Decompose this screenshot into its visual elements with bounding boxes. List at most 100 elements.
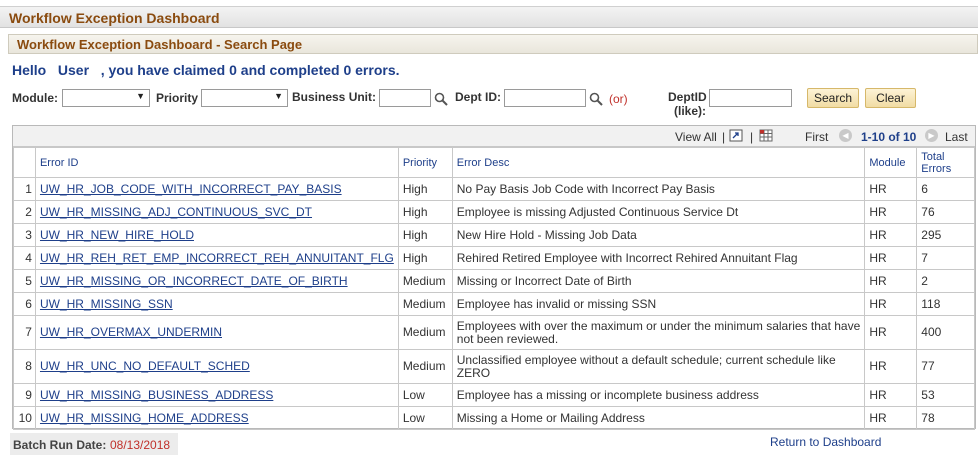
table-row: 8 UW_HR_UNC_NO_DEFAULT_SCHED Medium Unclass… — [13, 349, 975, 384]
error-desc-cell: New Hire Hold - Missing Job Data — [451, 223, 866, 247]
error-id-link[interactable]: UW_HR_NEW_HIRE_HOLD — [40, 228, 194, 242]
total-errors-cell: 78 — [916, 406, 975, 430]
priority-cell: Low — [397, 406, 453, 430]
module-cell: HR — [864, 177, 918, 201]
business-unit-input[interactable] — [379, 89, 431, 107]
error-desc-cell: Missing a Home or Mailing Address — [451, 406, 866, 430]
module-select[interactable]: ▼ — [62, 89, 150, 107]
dept-id-label: Dept ID: — [455, 90, 501, 104]
table-row: 1 UW_HR_JOB_CODE_WITH_INCORRECT_PAY_BASIS… — [13, 177, 975, 201]
return-to-dashboard-link[interactable]: Return to Dashboard — [770, 435, 881, 449]
module-cell: HR — [864, 349, 918, 384]
total-errors-cell: 7 — [916, 246, 975, 270]
zoom-icon[interactable] — [729, 129, 743, 142]
greeting-hello: Hello — [12, 62, 47, 78]
page-subtitle-bar: Workflow Exception Dashboard - Search Pa… — [8, 34, 978, 54]
error-id-cell: UW_HR_REH_RET_EMP_INCORRECT_REH_ANNUITAN… — [34, 246, 399, 270]
deptid-like-input[interactable] — [709, 89, 792, 107]
column-header[interactable]: Module — [864, 147, 918, 178]
table-row: 4 UW_HR_REH_RET_EMP_INCORRECT_REH_ANNUITA… — [13, 246, 975, 270]
priority-cell: High — [397, 223, 453, 247]
priority-select[interactable]: ▼ — [201, 89, 288, 107]
error-id-link[interactable]: UW_HR_MISSING_HOME_ADDRESS — [40, 411, 249, 425]
table-row: 10 UW_HR_MISSING_HOME_ADDRESS Low Missing a… — [13, 406, 975, 430]
row-number: 1 — [13, 177, 36, 201]
last-link[interactable]: Last — [945, 130, 968, 144]
nav-separator-2: | — [750, 130, 754, 144]
error-id-cell: UW_HR_MISSING_ADJ_CONTINUOUS_SVC_DT — [34, 200, 399, 224]
error-desc-cell: Missing or Incorrect Date of Birth — [451, 269, 866, 293]
clear-button[interactable]: Clear — [865, 88, 916, 108]
error-desc-cell: Rehired Retired Employee with Incorrect … — [451, 246, 866, 270]
priority-cell: Low — [397, 383, 453, 407]
priority-cell: Medium — [397, 349, 453, 384]
table-header-row: Error ID Priority Error Desc Module Tota… — [13, 147, 975, 178]
error-id-link[interactable]: UW_HR_UNC_NO_DEFAULT_SCHED — [40, 359, 250, 373]
view-all-link[interactable]: View All — [675, 130, 717, 144]
error-id-cell: UW_HR_MISSING_SSN — [34, 292, 399, 316]
table-row: 5 UW_HR_MISSING_OR_INCORRECT_DATE_OF_BIRT… — [13, 269, 975, 293]
next-icon[interactable]: ▶ — [925, 129, 938, 142]
error-desc-cell: Employees with over the maximum or under… — [451, 315, 866, 350]
error-id-link[interactable]: UW_HR_JOB_CODE_WITH_INCORRECT_PAY_BASIS — [40, 182, 342, 196]
error-desc-cell: Employee is missing Adjusted Continuous … — [451, 200, 866, 224]
row-number: 9 — [13, 383, 36, 407]
column-header[interactable]: Error ID — [34, 147, 399, 178]
error-id-cell: UW_HR_JOB_CODE_WITH_INCORRECT_PAY_BASIS — [34, 177, 399, 201]
error-id-link[interactable]: UW_HR_MISSING_OR_INCORRECT_DATE_OF_BIRTH — [40, 274, 348, 288]
row-number: 5 — [13, 269, 36, 293]
row-number: 2 — [13, 200, 36, 224]
module-cell: HR — [864, 315, 918, 350]
error-id-link[interactable]: UW_HR_REH_RET_EMP_INCORRECT_REH_ANNUITAN… — [40, 251, 394, 265]
table-row: 7 UW_HR_OVERMAX_UNDERMIN Medium Employees w… — [13, 315, 975, 350]
batch-run-date-value: 08/13/2018 — [110, 438, 171, 452]
priority-cell: Medium — [397, 315, 453, 350]
table-row: 3 UW_HR_NEW_HIRE_HOLD High New Hire Hold - … — [13, 223, 975, 247]
error-id-link[interactable]: UW_HR_OVERMAX_UNDERMIN — [40, 325, 222, 339]
total-errors-cell: 400 — [916, 315, 975, 350]
column-header[interactable]: Total Errors — [916, 147, 975, 178]
error-desc-cell: Unclassified employee without a default … — [451, 349, 866, 384]
chevron-down-icon: ▼ — [136, 91, 145, 101]
table-row: 2 UW_HR_MISSING_ADJ_CONTINUOUS_SVC_DT High… — [13, 200, 975, 224]
error-id-link[interactable]: UW_HR_MISSING_ADJ_CONTINUOUS_SVC_DT — [40, 205, 312, 219]
row-number: 10 — [13, 406, 36, 430]
first-link[interactable]: First — [805, 130, 828, 144]
grid-navigation: View All | | First ◀ 1-10 of 10 ▶ Last — [13, 126, 975, 147]
priority-label: Priority — [156, 91, 199, 105]
module-cell: HR — [864, 200, 918, 224]
error-id-cell: UW_HR_NEW_HIRE_HOLD — [34, 223, 399, 247]
search-icon[interactable] — [589, 92, 603, 106]
search-filters: Module: ▼ Priority ▼ Business Unit: Dept… — [0, 86, 978, 120]
batch-run-date-label: Batch Run Date: — [13, 438, 107, 452]
dept-id-input[interactable] — [504, 89, 586, 107]
page-range: 1-10 of 10 — [861, 130, 917, 144]
row-number: 7 — [13, 315, 36, 350]
search-button[interactable]: Search — [807, 88, 859, 108]
module-cell: HR — [864, 383, 918, 407]
column-header[interactable]: Error Desc — [451, 147, 866, 178]
column-header[interactable]: Priority — [397, 147, 453, 178]
error-id-link[interactable]: UW_HR_MISSING_SSN — [40, 297, 173, 311]
total-errors-cell: 2 — [916, 269, 975, 293]
total-errors-cell: 76 — [916, 200, 975, 224]
window-title: Workflow Exception Dashboard — [9, 10, 220, 26]
download-grid-icon[interactable] — [759, 129, 773, 142]
greeting-user: User — [57, 62, 90, 78]
table-row: 6 UW_HR_MISSING_SSN Medium Employee has inv… — [13, 292, 975, 316]
priority-cell: High — [397, 200, 453, 224]
chevron-down-icon: ▼ — [274, 91, 283, 101]
error-id-cell: UW_HR_UNC_NO_DEFAULT_SCHED — [34, 349, 399, 384]
priority-cell: Medium — [397, 269, 453, 293]
previous-icon[interactable]: ◀ — [839, 129, 852, 142]
module-cell: HR — [864, 292, 918, 316]
error-id-link[interactable]: UW_HR_MISSING_BUSINESS_ADDRESS — [40, 388, 273, 402]
nav-separator: | — [722, 130, 726, 144]
error-desc-cell: No Pay Basis Job Code with Incorrect Pay… — [451, 177, 866, 201]
total-errors-cell: 118 — [916, 292, 975, 316]
error-id-cell: UW_HR_MISSING_OR_INCORRECT_DATE_OF_BIRTH — [34, 269, 399, 293]
batch-run-date: Batch Run Date: 08/13/2018 — [10, 433, 178, 455]
module-label: Module: — [12, 91, 58, 105]
priority-cell: High — [397, 177, 453, 201]
search-icon[interactable] — [434, 92, 448, 106]
